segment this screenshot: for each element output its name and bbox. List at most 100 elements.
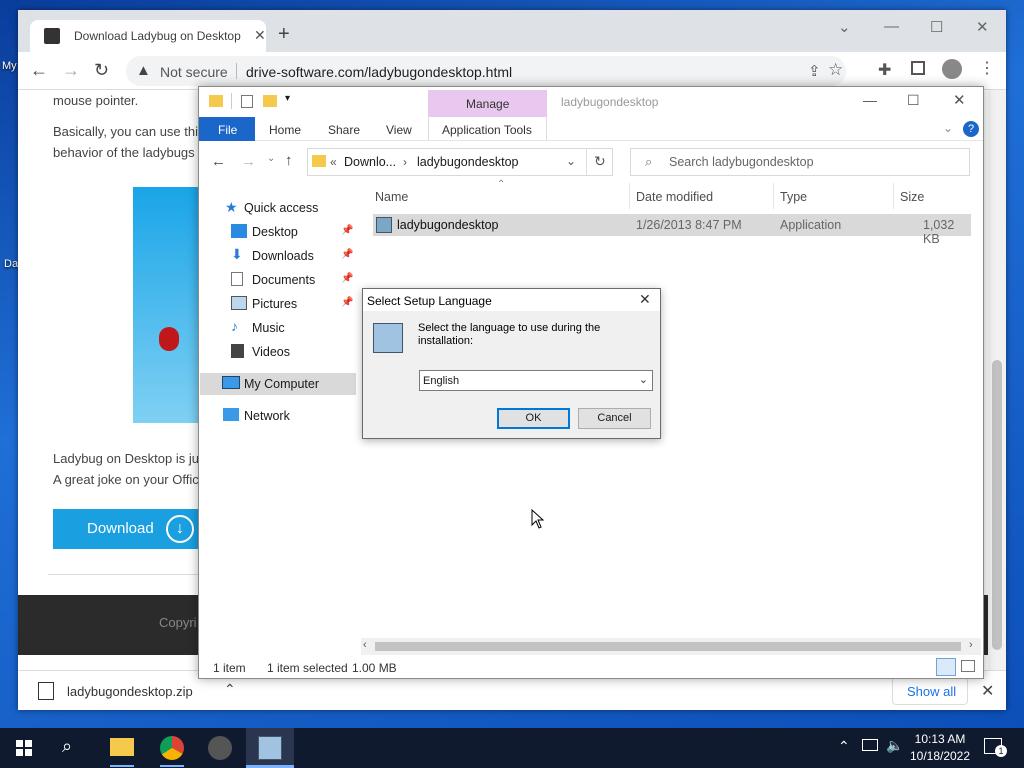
share-icon[interactable]: ⇪ <box>808 62 821 80</box>
download-button[interactable]: Download ↓ <box>53 509 203 549</box>
security-label[interactable]: Not secure <box>160 64 228 80</box>
search-icon[interactable]: ⌕ <box>62 736 72 757</box>
notification-icon[interactable]: 1 <box>984 738 1007 757</box>
help-icon[interactable]: ? <box>963 121 979 137</box>
nav-item-pictures[interactable]: Pictures 📌 <box>199 293 357 315</box>
browser-tab[interactable]: Download Ladybug on Desktop | ✕ <box>30 20 266 52</box>
chevron-down-icon[interactable]: ⌄ <box>838 18 851 36</box>
scroll-right-icon[interactable]: › <box>969 639 973 651</box>
window-title: ladybugondesktop <box>561 95 659 109</box>
show-all-button[interactable]: Show all <box>892 677 968 705</box>
column-divider[interactable] <box>629 183 630 209</box>
close-window-icon[interactable]: ✕ <box>976 18 989 36</box>
breadcrumb-current[interactable]: ladybugondesktop <box>417 155 518 169</box>
windows-start-icon[interactable] <box>16 740 32 756</box>
properties-icon[interactable] <box>241 95 253 108</box>
star-icon[interactable]: ☆ <box>828 60 843 80</box>
profile-avatar[interactable] <box>942 59 962 79</box>
tab-view[interactable]: View <box>386 123 412 137</box>
nav-item-downloads[interactable]: ⬇ Downloads 📌 <box>199 245 357 267</box>
cancel-button[interactable]: Cancel <box>578 408 651 429</box>
tab-file[interactable]: File <box>199 117 255 141</box>
address-bar[interactable]: ▲ Not secure drive-software.com/ladybugo… <box>126 56 846 86</box>
installer-icon <box>373 323 403 353</box>
clock-date[interactable]: 10/18/2022 <box>906 749 974 763</box>
minimize-icon[interactable]: — <box>863 92 877 108</box>
nav-item-music[interactable]: ♪ Music <box>199 317 357 339</box>
search-input[interactable]: ⌕ Search ladybugondesktop <box>630 148 970 176</box>
download-filename[interactable]: ladybugondesktop.zip <box>67 684 193 699</box>
dialog-prompt: Select the language to use during the in… <box>418 322 601 347</box>
new-tab-icon[interactable]: + <box>278 23 290 46</box>
desktop-icon-label[interactable]: My <box>2 60 17 72</box>
up-icon[interactable]: ↑ <box>285 152 293 169</box>
chrome-icon[interactable] <box>160 736 184 760</box>
horizontal-scrollbar[interactable]: ‹ › <box>361 638 981 655</box>
column-date[interactable]: Date modified <box>636 190 713 204</box>
column-size[interactable]: Size <box>900 190 924 204</box>
chevron-up-icon[interactable]: ⌃ <box>838 738 850 755</box>
network-icon[interactable] <box>862 739 878 751</box>
reload-icon[interactable]: ↻ <box>94 60 109 81</box>
pin-icon[interactable]: 📌 <box>341 225 353 236</box>
column-type[interactable]: Type <box>780 190 807 204</box>
maximize-icon[interactable]: ☐ <box>907 92 920 109</box>
file-row[interactable]: ladybugondesktop 1/26/2013 8:47 PM Appli… <box>373 214 971 246</box>
application-tools-tab[interactable]: Application Tools <box>428 117 547 141</box>
nav-item-desktop[interactable]: Desktop 📌 <box>199 221 357 243</box>
column-divider[interactable] <box>893 183 894 209</box>
extensions-icon[interactable]: ✚ <box>878 60 891 80</box>
scroll-left-icon[interactable]: ‹ <box>363 639 367 651</box>
forward-icon[interactable]: → <box>62 60 80 81</box>
details-view-icon[interactable] <box>936 658 956 676</box>
pin-icon[interactable]: 📌 <box>341 297 353 308</box>
manage-tab[interactable]: Manage <box>428 90 547 117</box>
nav-item-videos[interactable]: Videos <box>199 341 357 363</box>
address-bar[interactable]: « Downlo... › ladybugondesktop ⌄ ↻ <box>307 148 613 176</box>
close-icon[interactable]: ✕ <box>981 681 994 701</box>
close-window-icon[interactable]: ✕ <box>953 91 966 109</box>
chevron-right-icon[interactable]: › <box>403 155 407 169</box>
sidepanel-icon[interactable] <box>911 61 925 75</box>
pin-icon[interactable]: 📌 <box>341 249 353 260</box>
ok-button[interactable]: OK <box>497 408 570 429</box>
back-icon[interactable]: ← <box>211 153 226 170</box>
active-task-button[interactable] <box>246 728 294 768</box>
forward-icon[interactable]: → <box>241 153 256 170</box>
desktop-icon-label[interactable]: Da <box>4 258 18 270</box>
recent-locations-icon[interactable]: ⌄ <box>267 153 275 164</box>
tab-home[interactable]: Home <box>269 123 301 137</box>
column-divider[interactable] <box>773 183 774 209</box>
breadcrumb-parent[interactable]: Downlo... <box>344 155 396 169</box>
close-icon[interactable]: ✕ <box>254 27 266 44</box>
chevron-up-icon[interactable]: ⌃ <box>224 681 236 698</box>
address-dropdown-icon[interactable]: ⌄ <box>566 154 576 168</box>
app-icon[interactable] <box>208 736 232 760</box>
maximize-icon[interactable]: ☐ <box>930 18 943 36</box>
scroll-thumb[interactable] <box>375 642 961 651</box>
language-select[interactable]: English ⌄ <box>419 370 653 391</box>
page-scrollbar[interactable] <box>988 90 1006 670</box>
pin-icon[interactable]: 📌 <box>341 273 353 284</box>
file-explorer-icon[interactable] <box>110 738 134 756</box>
new-folder-icon[interactable] <box>263 95 277 107</box>
minimize-icon[interactable]: — <box>884 18 899 35</box>
divider <box>586 149 587 175</box>
column-name[interactable]: Name <box>375 190 408 204</box>
url-text[interactable]: drive-software.com/ladybugondesktop.html <box>246 64 512 80</box>
quick-access-dropdown-icon[interactable]: ▾ <box>285 93 290 104</box>
refresh-icon[interactable]: ↻ <box>594 153 606 170</box>
menu-icon[interactable]: ⋮ <box>979 58 995 78</box>
nav-item-network[interactable]: Network <box>199 405 357 427</box>
clock-time[interactable]: 10:13 AM <box>906 732 974 746</box>
nav-item-my-computer[interactable]: My Computer <box>200 373 356 395</box>
large-icons-view-icon[interactable] <box>961 660 975 672</box>
volume-icon[interactable]: 🔈 <box>886 737 903 754</box>
chevron-down-icon[interactable]: ⌄ <box>943 121 953 135</box>
nav-item-quick-access[interactable]: ★ Quick access <box>199 197 357 219</box>
close-icon[interactable]: ✕ <box>639 291 651 308</box>
scroll-thumb[interactable] <box>992 360 1002 650</box>
nav-item-documents[interactable]: Documents 📌 <box>199 269 357 291</box>
back-icon[interactable]: ← <box>30 60 48 81</box>
tab-share[interactable]: Share <box>328 123 360 137</box>
